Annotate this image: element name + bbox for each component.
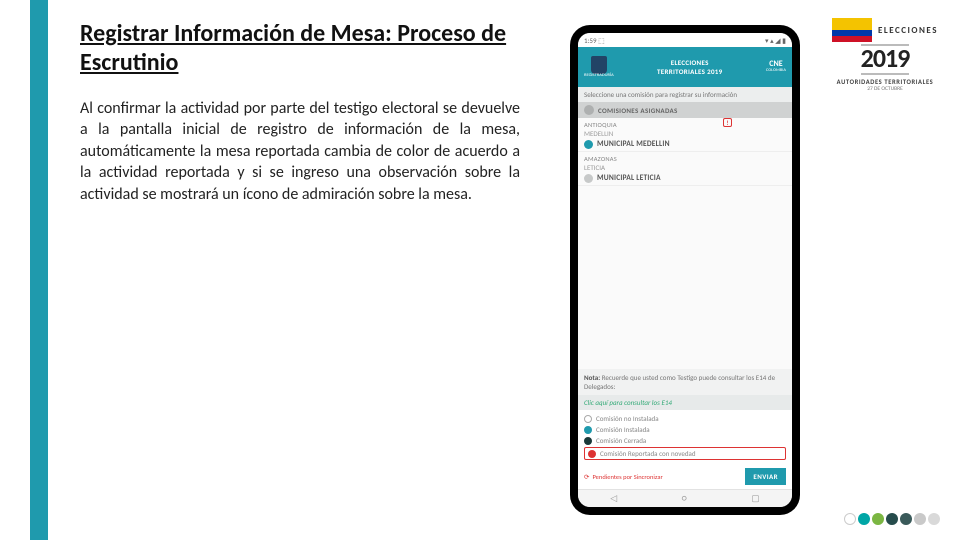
status-bar: 1:59 ⬚ ▾ ▴ ◢ ▮ bbox=[578, 33, 792, 47]
app-header: REGISTRADURÍA ELECCIONES TERRITORIALES 2… bbox=[578, 47, 792, 87]
person-icon bbox=[584, 105, 594, 115]
elections-logo: ELECCIONES 2019 AUTORIDADES TERRITORIALE… bbox=[830, 18, 940, 92]
decorative-dots bbox=[844, 513, 940, 525]
phone-screen: 1:59 ⬚ ▾ ▴ ◢ ▮ REGISTRADURÍA ELECCIONES … bbox=[578, 33, 792, 507]
status-time: 1:59 ⬚ bbox=[584, 36, 605, 45]
consult-link[interactable]: Clic aquí para consultar los E14 bbox=[578, 395, 792, 410]
slide-title: Registrar Información de Mesa: Proceso d… bbox=[80, 20, 520, 78]
shield-icon bbox=[591, 56, 607, 74]
sync-icon: ⟳ bbox=[584, 473, 589, 481]
header-title: ELECCIONES TERRITORIALES 2019 bbox=[657, 58, 722, 76]
legend-dot-icon bbox=[584, 426, 592, 434]
phone-frame: 1:59 ⬚ ▾ ▴ ◢ ▮ REGISTRADURÍA ELECCIONES … bbox=[570, 25, 800, 515]
legend-dot-icon bbox=[584, 415, 592, 423]
legend-dot-icon bbox=[588, 450, 596, 458]
note-box: Nota: Recuerde que usted como Testigo pu… bbox=[578, 369, 792, 395]
send-button[interactable]: ENVIAR bbox=[745, 468, 786, 485]
footer: ⟳ Pendientes por Sincronizar ENVIAR bbox=[578, 464, 792, 489]
alert-icon: ! bbox=[723, 118, 732, 127]
accent-sidebar bbox=[30, 0, 48, 540]
status-dot-icon bbox=[584, 140, 593, 149]
text-column: Registrar Información de Mesa: Proceso d… bbox=[80, 20, 520, 206]
list-item[interactable]: AMAZONAS LETICIA MUNICIPAL LETICIA bbox=[578, 152, 792, 186]
list-item[interactable]: ANTIOQUIA MEDELLIN MUNICIPAL MEDELLIN ! bbox=[578, 118, 792, 152]
status-icons: ▾ ▴ ◢ ▮ bbox=[765, 36, 786, 45]
recents-icon[interactable]: ▢ bbox=[751, 493, 760, 504]
legend-dot-icon bbox=[584, 437, 592, 445]
android-navbar: ◁ ○ ▢ bbox=[578, 489, 792, 507]
back-icon[interactable]: ◁ bbox=[610, 493, 617, 504]
header-right: CNE COLOMBIA bbox=[766, 60, 786, 74]
status-dot-icon bbox=[584, 174, 593, 183]
subheader: Seleccione una comisión para registrar s… bbox=[578, 87, 792, 102]
legend: Comisión no Instalada Comisión Instalada… bbox=[578, 410, 792, 464]
pending-label: ⟳ Pendientes por Sincronizar bbox=[584, 473, 663, 481]
home-icon[interactable]: ○ bbox=[682, 493, 687, 504]
slide-paragraph: Al confirmar la actividad por parte del … bbox=[80, 98, 520, 206]
flag-icon bbox=[832, 18, 872, 42]
header-left: REGISTRADURÍA bbox=[584, 56, 614, 79]
comisiones-header: COMISIONES ASIGNADAS bbox=[578, 102, 792, 118]
comision-list: ANTIOQUIA MEDELLIN MUNICIPAL MEDELLIN ! … bbox=[578, 118, 792, 186]
